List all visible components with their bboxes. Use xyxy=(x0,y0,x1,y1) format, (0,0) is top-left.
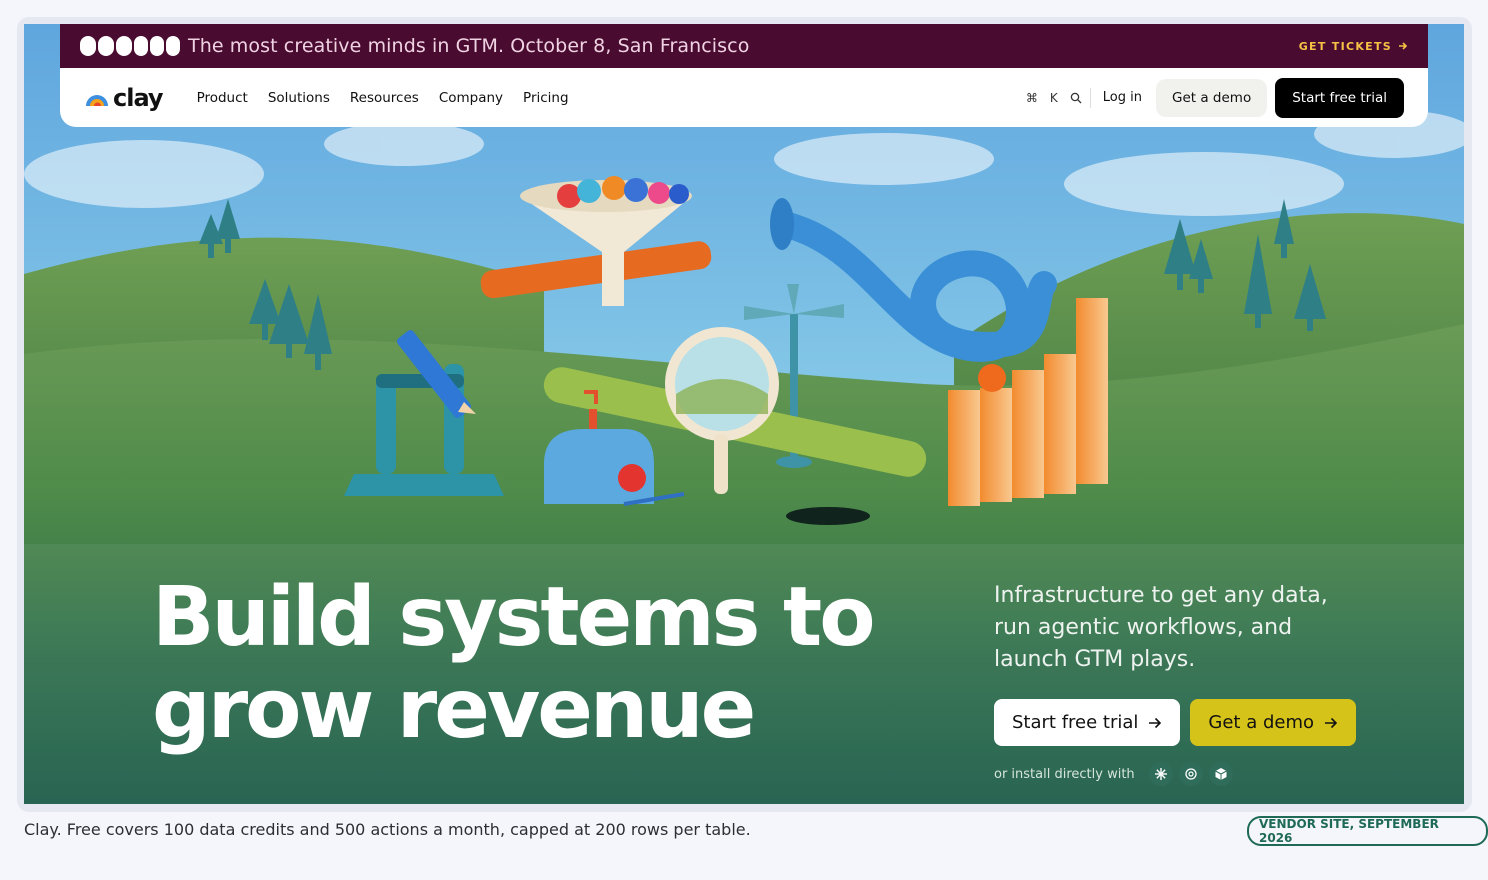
install-integrations: or install directly with xyxy=(994,762,1233,786)
hero-subheading: Infrastructure to get any data, run agen… xyxy=(994,583,1328,672)
nav-start-trial-button[interactable]: Start free trial xyxy=(1275,77,1404,118)
get-tickets-link[interactable]: GET TICKETS xyxy=(1299,40,1408,53)
announcement-banner: The most creative minds in GTM. October … xyxy=(60,24,1428,68)
start-free-trial-button[interactable]: Start free trial xyxy=(994,699,1181,746)
nav-link-pricing[interactable]: Pricing xyxy=(523,90,569,106)
nav-link-company[interactable]: Company xyxy=(439,90,503,106)
sculpt-event-logo xyxy=(80,36,180,56)
openai-icon[interactable] xyxy=(1178,762,1203,786)
arrow-right-icon xyxy=(1399,42,1408,50)
logo-wordmark: clay xyxy=(113,83,164,112)
caption-text: Clay. Free covers 100 data credits and 5… xyxy=(24,820,751,839)
cube-icon[interactable] xyxy=(1208,762,1233,786)
command-key-hint: ⌘ xyxy=(1025,90,1038,105)
nav-links: Product Solutions Resources Company Pric… xyxy=(197,90,569,106)
nav-link-solutions[interactable]: Solutions xyxy=(268,90,330,106)
nav-actions: ⌘ K Log in Get a demo Start free trial xyxy=(1025,77,1404,118)
claude-icon[interactable] xyxy=(1148,762,1173,786)
login-link[interactable]: Log in xyxy=(1103,90,1142,105)
arrow-right-icon xyxy=(1325,717,1338,728)
hero-cta-group: Start free trial Get a demo xyxy=(994,699,1357,746)
search-icon[interactable] xyxy=(1070,92,1082,104)
k-key-hint: K xyxy=(1049,90,1058,105)
headline-line-1: Build systems to xyxy=(152,570,876,665)
headline-line-2: grow revenue xyxy=(152,662,756,757)
hero-headline: Build systems to grow revenue xyxy=(152,570,876,757)
start-free-trial-label: Start free trial xyxy=(1012,712,1139,733)
nav-link-resources[interactable]: Resources xyxy=(350,90,419,106)
clay-logo-icon xyxy=(86,94,108,106)
nav-link-product[interactable]: Product xyxy=(197,90,248,106)
get-demo-button[interactable]: Get a demo xyxy=(1190,699,1357,746)
hero-section: The most creative minds in GTM. October … xyxy=(24,24,1464,804)
nav-get-demo-button[interactable]: Get a demo xyxy=(1156,78,1268,117)
clay-logo[interactable]: clay xyxy=(84,83,164,112)
get-demo-label: Get a demo xyxy=(1208,712,1315,733)
get-tickets-label: GET TICKETS xyxy=(1298,39,1392,53)
install-label: or install directly with xyxy=(994,766,1135,782)
banner-text: The most creative minds in GTM. October … xyxy=(188,35,750,57)
top-navigation: clay Product Solutions Resources Company… xyxy=(60,68,1428,127)
arrow-right-icon xyxy=(1149,717,1162,728)
source-tag: VENDOR SITE, SEPTEMBER 2026 xyxy=(1247,816,1488,846)
nav-divider xyxy=(1089,87,1091,108)
